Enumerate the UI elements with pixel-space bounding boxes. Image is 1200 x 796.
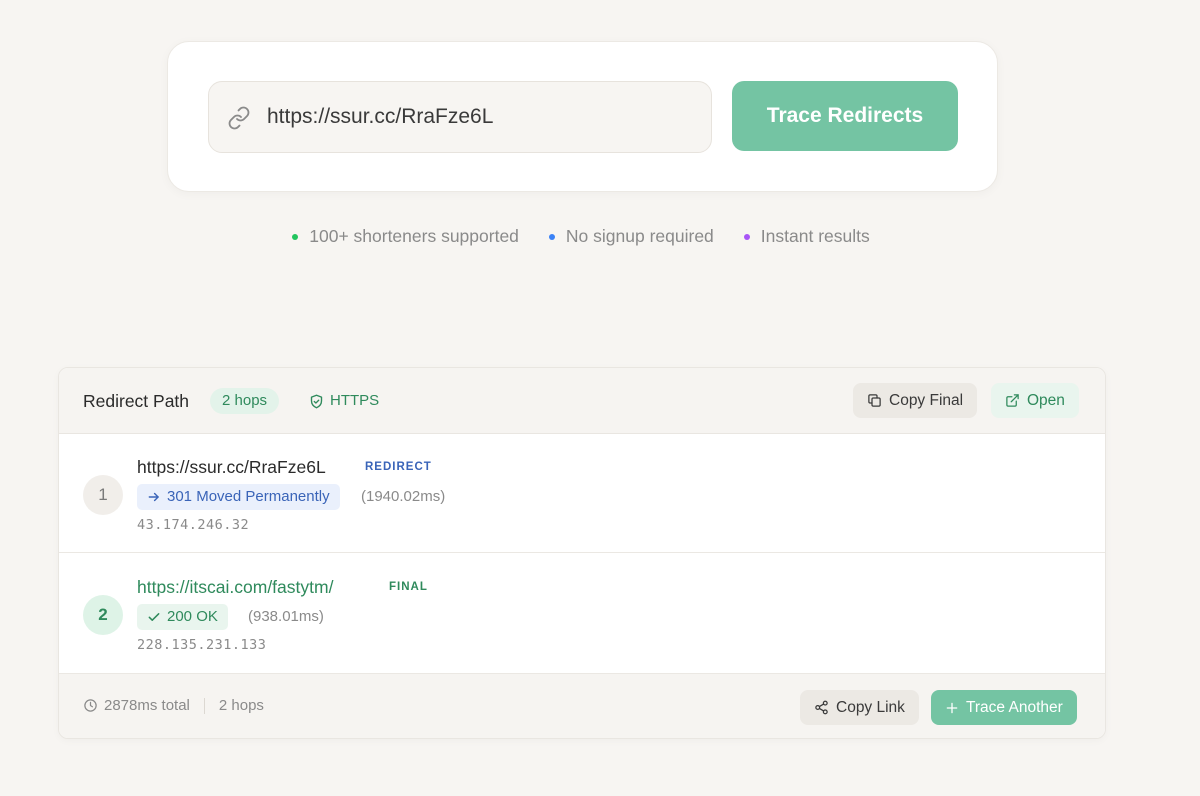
footer-hops: 2 hops: [218, 697, 264, 714]
feature-label: 100+ shorteners supported: [309, 226, 519, 246]
share-icon: [814, 700, 829, 715]
feature-list: 100+ shorteners supported No signup requ…: [0, 226, 1162, 247]
feature-item: Instant results: [743, 226, 870, 247]
url-input-box[interactable]: [208, 81, 712, 153]
copy-link-label: Copy Link: [836, 698, 905, 716]
step-number: 2: [83, 595, 123, 635]
feature-item: 100+ shorteners supported: [292, 226, 519, 247]
trace-redirects-button[interactable]: Trace Redirects: [732, 81, 958, 151]
status-pill: 301 Moved Permanently: [137, 484, 340, 510]
https-badge: HTTPS: [301, 388, 387, 414]
hop-row: 1 https://ssur.cc/RraFze6L REDIRECT 301 …: [59, 434, 1105, 553]
hop-ip: 43.174.246.32: [137, 517, 250, 533]
arrow-right-icon: [147, 490, 161, 504]
trace-another-button[interactable]: Trace Another: [931, 690, 1077, 725]
step-number: 1: [83, 475, 123, 515]
hop-url: https://itscai.com/fastytm/: [137, 577, 334, 597]
copy-final-label: Copy Final: [889, 391, 964, 409]
search-card: Trace Redirects: [167, 41, 998, 192]
feature-label: No signup required: [565, 226, 714, 246]
hop-timing: (938.01ms): [248, 608, 324, 625]
open-label: Open: [1027, 391, 1065, 409]
https-label: HTTPS: [330, 392, 380, 409]
footer-meta: 2878ms total 2 hops: [83, 697, 264, 714]
panel-header: Redirect Path 2 hops HTTPS Copy Final Op…: [59, 368, 1105, 434]
feature-item: No signup required: [548, 226, 714, 247]
status-text: 200 OK: [167, 608, 218, 625]
hop-url: https://ssur.cc/RraFze6L: [137, 457, 326, 477]
total-time: 2878ms total: [104, 697, 190, 714]
plus-icon: [945, 701, 959, 715]
feature-label: Instant results: [760, 226, 870, 246]
open-button[interactable]: Open: [991, 383, 1079, 418]
clock-icon: [83, 698, 98, 713]
copy-final-button[interactable]: Copy Final: [853, 383, 978, 418]
hop-timing: (1940.02ms): [361, 488, 446, 505]
green-dot-icon: [292, 233, 299, 240]
link-icon: [227, 106, 251, 130]
hops-badge: 2 hops: [210, 388, 280, 414]
external-link-icon: [1005, 393, 1020, 408]
check-icon: [147, 610, 161, 624]
panel-footer: 2878ms total 2 hops Copy Link Trace Anot…: [59, 673, 1105, 738]
hop-row: 2 https://itscai.com/fastytm/ FINAL 200 …: [59, 554, 1105, 673]
status-text: 301 Moved Permanently: [167, 488, 330, 505]
hop-type-tag: FINAL: [389, 581, 428, 593]
purple-dot-icon: [743, 233, 750, 240]
redirect-path-panel: Redirect Path 2 hops HTTPS Copy Final Op…: [58, 367, 1106, 739]
trace-another-label: Trace Another: [966, 698, 1063, 716]
copy-link-button[interactable]: Copy Link: [800, 690, 919, 725]
url-input[interactable]: [267, 82, 697, 152]
hop-ip: 228.135.231.133: [137, 637, 267, 653]
status-pill: 200 OK: [137, 604, 228, 630]
hop-type-tag: REDIRECT: [365, 461, 432, 473]
blue-dot-icon: [548, 233, 555, 240]
divider: [203, 697, 205, 714]
copy-icon: [867, 393, 882, 408]
shield-check-icon: [309, 394, 324, 409]
panel-title: Redirect Path: [83, 391, 190, 411]
